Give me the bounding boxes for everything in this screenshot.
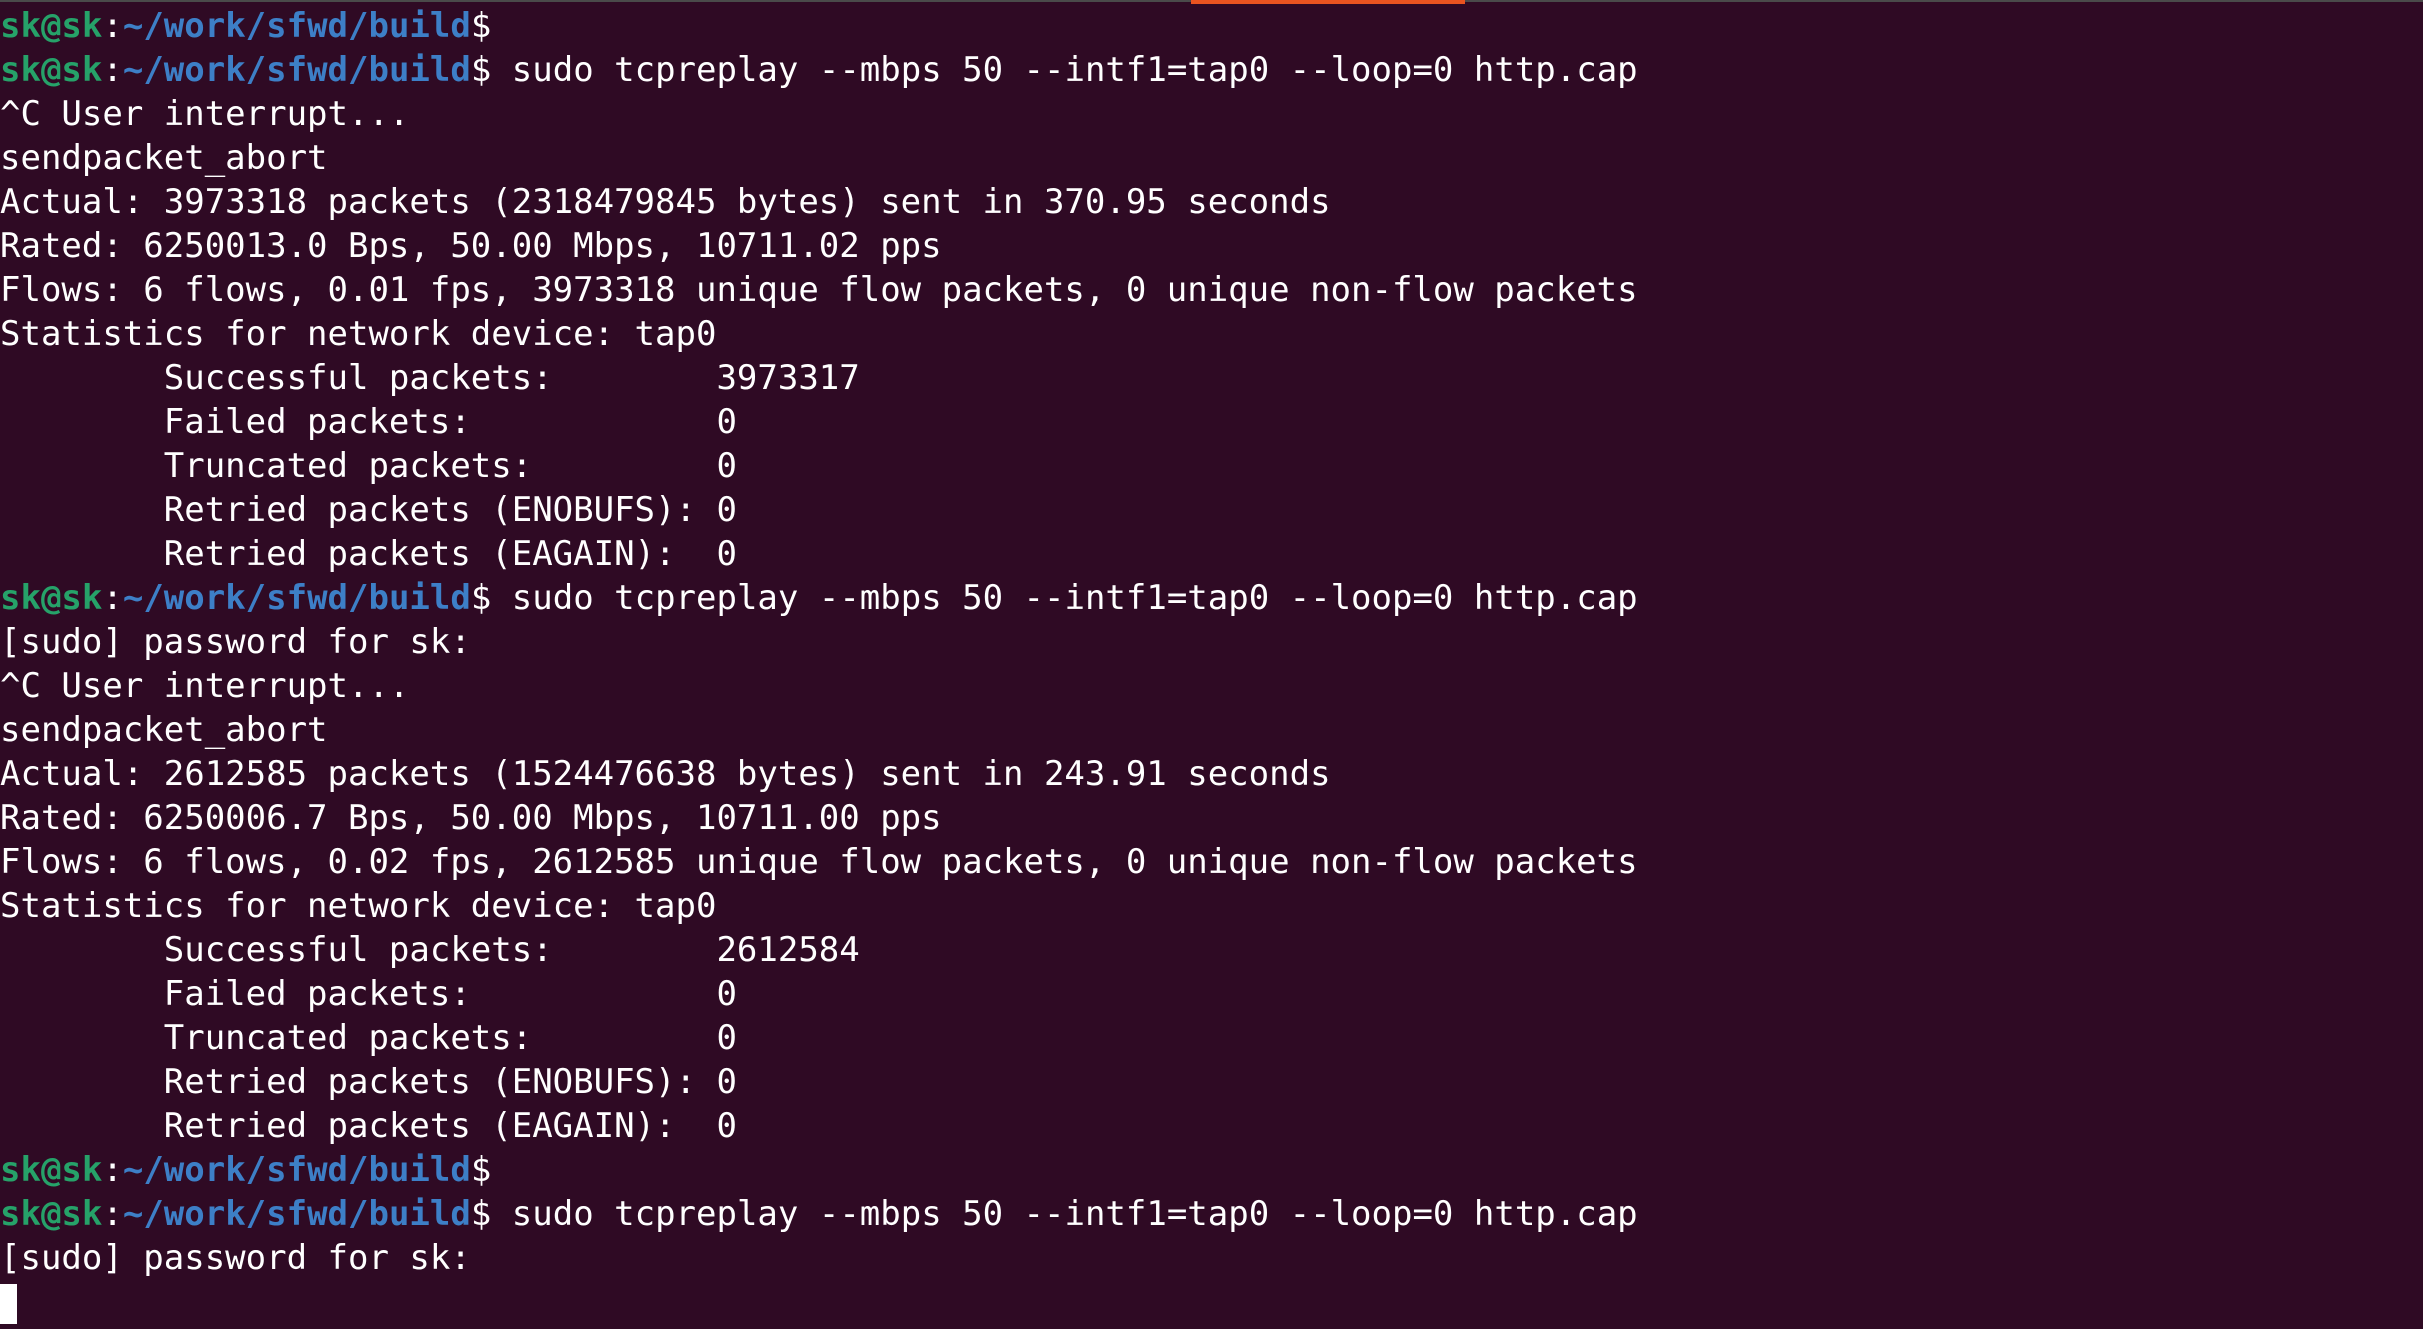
prompt-user-host: sk@sk [0,50,103,90]
output-line: Retried packets (ENOBUFS): 0 [0,1062,737,1102]
prompt-line: sk@sk:~/work/sfwd/build$ sudo tcpreplay … [0,48,2423,92]
prompt-line: sk@sk:~/work/sfwd/build$ [0,1148,2423,1192]
prompt-line: sk@sk:~/work/sfwd/build$ sudo tcpreplay … [0,576,2423,620]
prompt-separator: : [102,6,123,46]
prompt-user-host: sk@sk [0,1194,103,1234]
output-line: Statistics for network device: tap0 [0,314,717,354]
prompt-path: ~/work/sfwd/build [122,578,471,618]
prompt-dollar: $ [470,50,492,90]
prompt-user-host: sk@sk [0,1150,103,1190]
prompt-dollar: $ [470,578,492,618]
prompt-dollar: $ [470,1150,492,1190]
output-line: Truncated packets: 0 [0,446,737,486]
output-line: ^C User interrupt... [0,666,410,706]
output-line: Truncated packets: 0 [0,1018,737,1058]
output-line: Rated: 6250013.0 Bps, 50.00 Mbps, 10711.… [0,226,942,266]
output-line: Failed packets: 0 [0,974,737,1014]
prompt-dollar: $ [470,1194,492,1234]
prompt-separator: : [102,50,123,90]
cursor-line [0,1280,2423,1324]
output-line: Successful packets: 3973317 [0,358,860,398]
output-line: Retried packets (EAGAIN): 0 [0,534,737,574]
output-line: sendpacket_abort [0,710,328,750]
output-line: [sudo] password for sk: [0,1238,471,1278]
output-line: ^C User interrupt... [0,94,410,134]
prompt-separator: : [102,578,123,618]
output-line: Retried packets (ENOBUFS): 0 [0,490,737,530]
prompt-line: sk@sk:~/work/sfwd/build$ sudo tcpreplay … [0,1192,2423,1236]
output-line: Statistics for network device: tap0 [0,886,717,926]
output-line: Successful packets: 2612584 [0,930,860,970]
prompt-separator: : [102,1194,123,1234]
prompt-path: ~/work/sfwd/build [122,1150,471,1190]
prompt-line: sk@sk:~/work/sfwd/build$ [0,4,2423,48]
prompt-path: ~/work/sfwd/build [122,6,471,46]
output-line: sendpacket_abort [0,138,328,178]
output-line: Retried packets (EAGAIN): 0 [0,1106,737,1146]
prompt-user-host: sk@sk [0,578,103,618]
output-line: [sudo] password for sk: [0,622,471,662]
output-line: Rated: 6250006.7 Bps, 50.00 Mbps, 10711.… [0,798,942,838]
prompt-dollar: $ [470,6,492,46]
prompt-user-host: sk@sk [0,6,103,46]
terminal-output[interactable]: sk@sk:~/work/sfwd/build$ sk@sk:~/work/sfw… [0,4,2423,1324]
prompt-path: ~/work/sfwd/build [122,1194,471,1234]
output-line: Flows: 6 flows, 0.02 fps, 2612585 unique… [0,842,1638,882]
output-line: Flows: 6 flows, 0.01 fps, 3973318 unique… [0,270,1638,310]
prompt-separator: : [102,1150,123,1190]
output-line: Actual: 2612585 packets (1524476638 byte… [0,754,1331,794]
output-line: Actual: 3973318 packets (2318479845 byte… [0,182,1331,222]
text-cursor[interactable] [0,1283,17,1324]
prompt-path: ~/work/sfwd/build [122,50,471,90]
command-text: sudo tcpreplay --mbps 50 --intf1=tap0 --… [491,50,1638,90]
output-line: Failed packets: 0 [0,402,737,442]
command-text: sudo tcpreplay --mbps 50 --intf1=tap0 --… [491,1194,1638,1234]
command-text: sudo tcpreplay --mbps 50 --intf1=tap0 --… [491,578,1638,618]
